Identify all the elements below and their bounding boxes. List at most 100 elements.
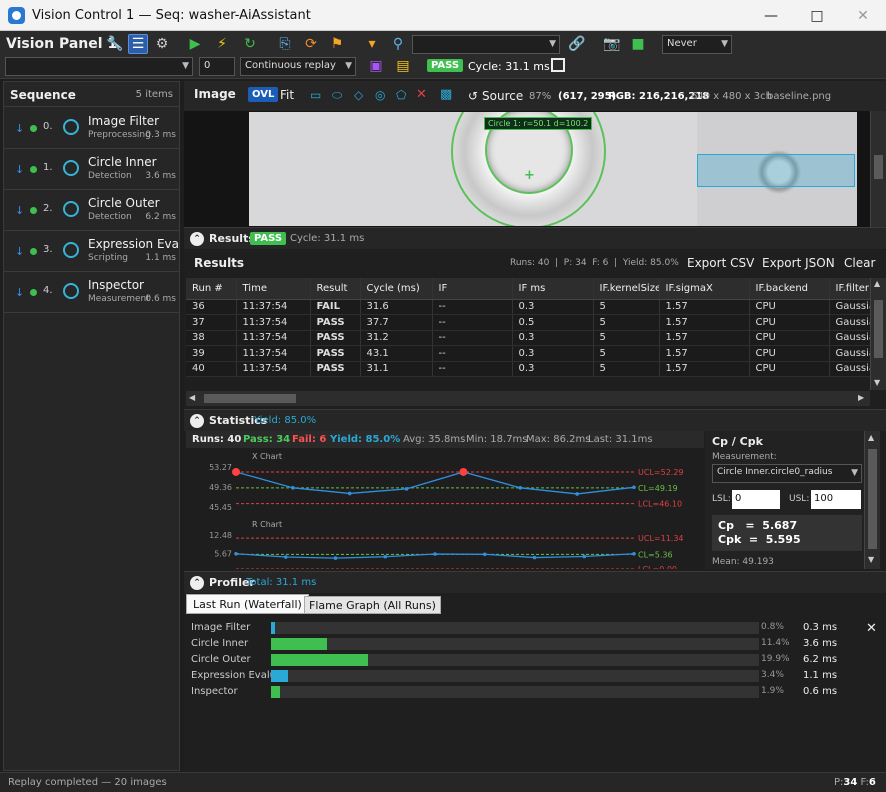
stats-min: Min: 18.7ms xyxy=(466,434,528,445)
circle-tool-icon[interactable]: ◎ xyxy=(375,88,385,102)
camera-select[interactable]: ▼ xyxy=(5,57,193,76)
profiler-bar[interactable] xyxy=(271,670,288,682)
sequence-item[interactable]: ↓ 3. Expression Evaluator Scripting1.1 ms xyxy=(4,231,180,272)
source-button[interactable]: Source xyxy=(482,89,523,103)
link-icon[interactable]: 🔗 xyxy=(567,34,587,54)
camera-icon[interactable]: 📷 xyxy=(602,34,622,54)
lightning-icon[interactable]: ⚡ xyxy=(212,34,232,54)
maximize-button[interactable]: □ xyxy=(794,0,840,31)
column-header[interactable]: IF xyxy=(432,278,513,300)
results-hscroll[interactable]: ◀ ▶ xyxy=(186,391,870,406)
image-viewer[interactable]: + Circle 1: r=50.1 d=100.2 xyxy=(184,111,886,227)
table-cell: 1.57 xyxy=(659,345,750,362)
collapse-results-icon[interactable]: ⌃ xyxy=(190,232,204,246)
play-icon[interactable]: ▶ xyxy=(185,34,205,54)
stats-pass: Pass: 34 xyxy=(243,434,291,445)
collapse-profiler-icon[interactable]: ⌃ xyxy=(190,576,204,590)
table-cell: FAIL xyxy=(310,299,361,315)
table-row[interactable]: 3711:37:54PASS37.7--0.551.57CPUGaussian xyxy=(186,314,870,331)
overlay-toggle[interactable]: OVL xyxy=(248,87,279,102)
column-header[interactable]: IF.backend xyxy=(749,278,830,300)
stack-icon[interactable]: ▤ xyxy=(393,56,413,76)
column-header[interactable]: Time xyxy=(236,278,311,300)
filter-icon[interactable]: ▾ xyxy=(362,34,382,54)
column-header[interactable]: IF.filter xyxy=(829,278,870,300)
diamond-tool-icon[interactable]: ◇ xyxy=(354,88,363,102)
profiler-bar[interactable] xyxy=(271,654,369,666)
tab-waterfall[interactable]: Last Run (Waterfall) xyxy=(186,594,309,614)
wrench-icon[interactable]: 🔧 xyxy=(105,34,125,54)
replay-mode-select[interactable]: Continuous replay ▼ xyxy=(240,57,356,76)
tab-flame-graph[interactable]: Flame Graph (All Runs) xyxy=(304,596,441,614)
sequence-item[interactable]: ↓ 1. Circle Inner Detection 3.6 ms xyxy=(4,149,180,190)
rect-icon[interactable]: ▣ xyxy=(366,56,386,76)
search-combo[interactable]: ▼ xyxy=(412,35,560,54)
control-limit-label: UCL=52.29 xyxy=(638,468,684,477)
data-point xyxy=(234,551,238,556)
cpk-scrollbar[interactable]: ▲ ▼ xyxy=(864,431,880,569)
data-point xyxy=(383,554,388,559)
column-header[interactable]: IF.kernelSize xyxy=(593,278,660,300)
table-cell: 5 xyxy=(593,345,660,362)
results-panel: Results Runs: 40 | P: 34 F: 6 | Yield: 8… xyxy=(184,250,886,408)
video-icon[interactable]: ■ xyxy=(628,34,648,54)
sequence-item[interactable]: ↓ 0. Image Filter Preprocessing 0.3 ms xyxy=(4,108,180,149)
clear-button[interactable]: Clear xyxy=(844,256,875,270)
usl-input[interactable]: 100 xyxy=(811,490,861,509)
column-header[interactable]: Cycle (ms) xyxy=(360,278,433,300)
table-cell: 1.57 xyxy=(659,299,750,315)
stop-icon[interactable] xyxy=(551,58,565,72)
statistics-section-header: ⌃ Statistics Yield: 85.0% xyxy=(184,409,886,431)
save-icon[interactable]: ▩ xyxy=(440,87,452,102)
minimize-button[interactable]: — xyxy=(748,0,794,31)
table-row[interactable]: 3611:37:54FAIL31.6--0.351.57CPUGaussian xyxy=(186,299,870,315)
sequence-panel: Sequence 5 items ↓ 0. Image Filter Preproce… xyxy=(3,81,180,771)
refresh-icon[interactable]: ↻ xyxy=(240,34,260,54)
rectangle-tool-icon[interactable]: ▭ xyxy=(310,88,321,102)
export-json-button[interactable]: Export JSON xyxy=(762,256,835,270)
gear-icon[interactable]: ⚙ xyxy=(152,34,172,54)
profiler-bar[interactable] xyxy=(271,686,281,698)
flag-icon[interactable]: ⚑ xyxy=(327,34,347,54)
measurement-select[interactable]: Circle Inner.circle0_radius ▼ xyxy=(712,464,862,483)
fit-button[interactable]: Fit xyxy=(280,88,294,102)
book-icon[interactable]: ⎘ xyxy=(275,34,295,54)
data-point xyxy=(582,554,587,559)
list-view-icon[interactable]: ☰ xyxy=(128,34,148,54)
delete-icon[interactable]: ✕ xyxy=(416,87,427,102)
sequence-count: 5 items xyxy=(135,89,173,100)
ellipse-tool-icon[interactable]: ⬭ xyxy=(332,88,342,103)
table-row[interactable]: 3811:37:54PASS31.2--0.351.57CPUGaussian xyxy=(186,330,870,346)
table-cell: 1.57 xyxy=(659,314,750,331)
lsl-input[interactable]: 0 xyxy=(732,490,780,509)
collapse-statistics-icon[interactable]: ⌃ xyxy=(190,414,204,428)
close-button[interactable]: ✕ xyxy=(840,0,886,31)
minimap-viewport[interactable] xyxy=(697,154,855,187)
profiler-bar[interactable] xyxy=(271,622,275,634)
trigger-select[interactable]: Never ▼ xyxy=(662,35,732,54)
index-field[interactable]: 0 xyxy=(199,57,235,76)
polygon-tool-icon[interactable]: ⬠ xyxy=(396,88,406,102)
tool-icon xyxy=(63,242,79,258)
table-row[interactable]: 3911:37:54PASS43.1--0.351.57CPUGaussian xyxy=(186,345,870,362)
zoom-level: 87% xyxy=(529,91,552,102)
table-cell: 0.3 xyxy=(512,345,594,362)
search-icon[interactable]: ⚲ xyxy=(388,34,408,54)
table-row[interactable]: 4011:37:54PASS31.1--0.351.57CPUGaussian xyxy=(186,361,870,377)
export-csv-button[interactable]: Export CSV xyxy=(687,256,754,270)
column-header[interactable]: IF ms xyxy=(512,278,594,300)
table-cell: 5 xyxy=(593,314,660,331)
sequence-item[interactable]: ↓ 4. Inspector Measurement 0.6 ms xyxy=(4,272,180,313)
source-icon[interactable]: ↺ xyxy=(468,89,478,103)
column-header[interactable]: IF.sigmaX xyxy=(659,278,750,300)
sequence-item[interactable]: ↓ 2. Circle Outer Detection 6.2 ms xyxy=(4,190,180,231)
column-header[interactable]: Result xyxy=(310,278,361,300)
table-cell: 0.5 xyxy=(512,314,594,331)
loop-icon[interactable]: ⟳ xyxy=(301,34,321,54)
column-header[interactable]: Run # xyxy=(186,278,237,300)
minimap[interactable] xyxy=(697,112,857,226)
image-scrollbar[interactable] xyxy=(870,111,886,227)
results-vscroll[interactable]: ▲ ▼ xyxy=(870,278,886,390)
profiler-bar[interactable] xyxy=(271,638,327,650)
measurement-label: Measurement: xyxy=(712,452,777,462)
